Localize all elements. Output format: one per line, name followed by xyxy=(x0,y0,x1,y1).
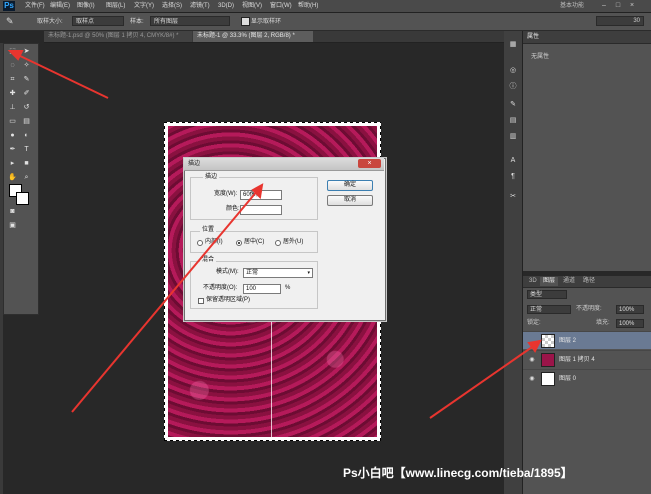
arrow-head xyxy=(7,50,24,61)
arrow-to-width-input xyxy=(71,189,259,413)
annotation-arrows xyxy=(7,50,542,419)
arrow-head xyxy=(527,339,542,353)
arrow-to-layer-2 xyxy=(429,344,536,419)
arrow-to-marquee-tool xyxy=(15,53,109,99)
watermark-text: Ps小白吧【www.linecg.com/tieba/1895】 xyxy=(343,466,573,480)
